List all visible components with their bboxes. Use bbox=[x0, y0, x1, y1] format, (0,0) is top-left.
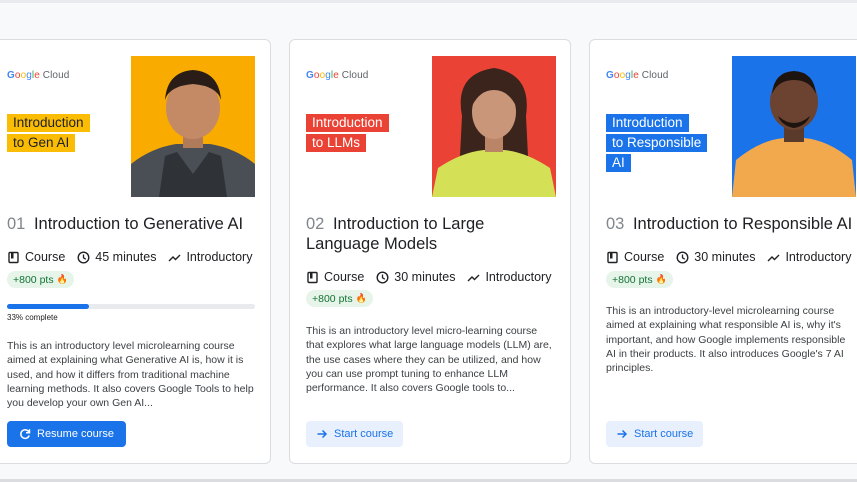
course-level: Introductory bbox=[467, 270, 551, 284]
trend-icon bbox=[467, 274, 480, 281]
course-title-text: Introduction to Responsible AI bbox=[632, 215, 853, 233]
banner-line: to Gen AI bbox=[7, 134, 76, 152]
course-banner: Introduction to Responsible AI bbox=[606, 114, 708, 174]
book-icon bbox=[8, 251, 19, 263]
banner-line: Introduction bbox=[306, 114, 389, 132]
instructor-photo bbox=[432, 56, 556, 197]
refresh-icon bbox=[20, 429, 31, 440]
start-course-button[interactable]: Start course bbox=[606, 421, 704, 447]
course-number: 02 bbox=[306, 215, 325, 233]
points-badge: +800 pts 🔥 bbox=[7, 271, 74, 288]
course-title-text: Introduction to Generative AI bbox=[33, 215, 244, 233]
flame-icon: 🔥 bbox=[56, 274, 68, 284]
flame-icon: 🔥 bbox=[355, 293, 367, 303]
points-badge: +800 pts 🔥 bbox=[606, 271, 673, 288]
course-description: This is an introductory-level microlearn… bbox=[606, 305, 846, 375]
clock-icon bbox=[676, 250, 689, 264]
course-description: This is an introductory level micro-lear… bbox=[306, 325, 552, 395]
course-title-text: Introduction to Large Language Models bbox=[306, 215, 485, 253]
course-number: 03 bbox=[606, 215, 625, 233]
flame-icon: 🔥 bbox=[655, 274, 667, 284]
instructor-photo bbox=[732, 56, 856, 197]
course-thumbnail: Google Cloud Introduction to Responsible… bbox=[606, 56, 856, 197]
course-thumbnail: Google Cloud Introduction to Gen AI bbox=[7, 56, 255, 197]
course-meta: Course 30 minutes Introductory bbox=[306, 270, 563, 284]
google-cloud-logo: Google Cloud bbox=[606, 70, 669, 81]
course-type: Course bbox=[306, 270, 364, 284]
banner-line: Introduction bbox=[606, 114, 689, 132]
course-card-llms[interactable]: Google Cloud Introduction to LLMs 02 Int… bbox=[289, 39, 571, 464]
start-course-button[interactable]: Start course bbox=[306, 421, 404, 447]
course-description: This is an introductory level microlearn… bbox=[7, 340, 254, 410]
course-card-generative-ai[interactable]: Google Cloud Introduction to Gen AI 01 I… bbox=[0, 39, 271, 464]
course-duration: 30 minutes bbox=[376, 270, 455, 284]
course-type: Course bbox=[606, 250, 664, 264]
course-title[interactable]: 02 Introduction to Large Language Models bbox=[306, 214, 556, 254]
google-cloud-logo: Google Cloud bbox=[306, 70, 369, 81]
book-icon bbox=[307, 271, 318, 283]
banner-line: to LLMs bbox=[306, 134, 367, 152]
progress-fill bbox=[7, 304, 89, 309]
google-cloud-logo: Google Cloud bbox=[7, 70, 70, 81]
banner-line: AI bbox=[606, 154, 631, 172]
course-card-responsible-ai[interactable]: Google Cloud Introduction to Responsible… bbox=[589, 39, 857, 464]
instructor-photo bbox=[131, 56, 255, 197]
course-type: Course bbox=[7, 250, 65, 264]
points-badge: +800 pts 🔥 bbox=[306, 290, 373, 307]
course-title[interactable]: 03 Introduction to Responsible AI bbox=[606, 214, 856, 234]
book-icon bbox=[607, 251, 618, 263]
trend-icon bbox=[767, 254, 780, 261]
course-duration: 30 minutes bbox=[676, 250, 755, 264]
course-level: Introductory bbox=[767, 250, 851, 264]
progress-label: 33% complete bbox=[7, 313, 58, 322]
resume-course-button[interactable]: Resume course bbox=[7, 421, 127, 447]
top-divider bbox=[0, 0, 857, 3]
arrow-right-icon bbox=[317, 429, 328, 439]
clock-icon bbox=[376, 270, 389, 284]
progress-bar bbox=[7, 304, 255, 309]
course-number: 01 bbox=[7, 215, 26, 233]
arrow-right-icon bbox=[617, 429, 628, 439]
course-meta: Course 45 minutes Introductory bbox=[7, 250, 264, 264]
trend-icon bbox=[168, 254, 181, 261]
banner-line: to Responsible bbox=[606, 134, 708, 152]
course-banner: Introduction to Gen AI bbox=[7, 114, 90, 154]
course-duration: 45 minutes bbox=[77, 250, 156, 264]
course-meta: Course 30 minutes Introductory bbox=[606, 250, 857, 264]
course-banner: Introduction to LLMs bbox=[306, 114, 389, 154]
banner-line: Introduction bbox=[7, 114, 90, 132]
course-title[interactable]: 01 Introduction to Generative AI bbox=[7, 214, 257, 234]
course-thumbnail: Google Cloud Introduction to LLMs bbox=[306, 56, 556, 197]
course-level: Introductory bbox=[168, 250, 252, 264]
clock-icon bbox=[77, 250, 90, 264]
